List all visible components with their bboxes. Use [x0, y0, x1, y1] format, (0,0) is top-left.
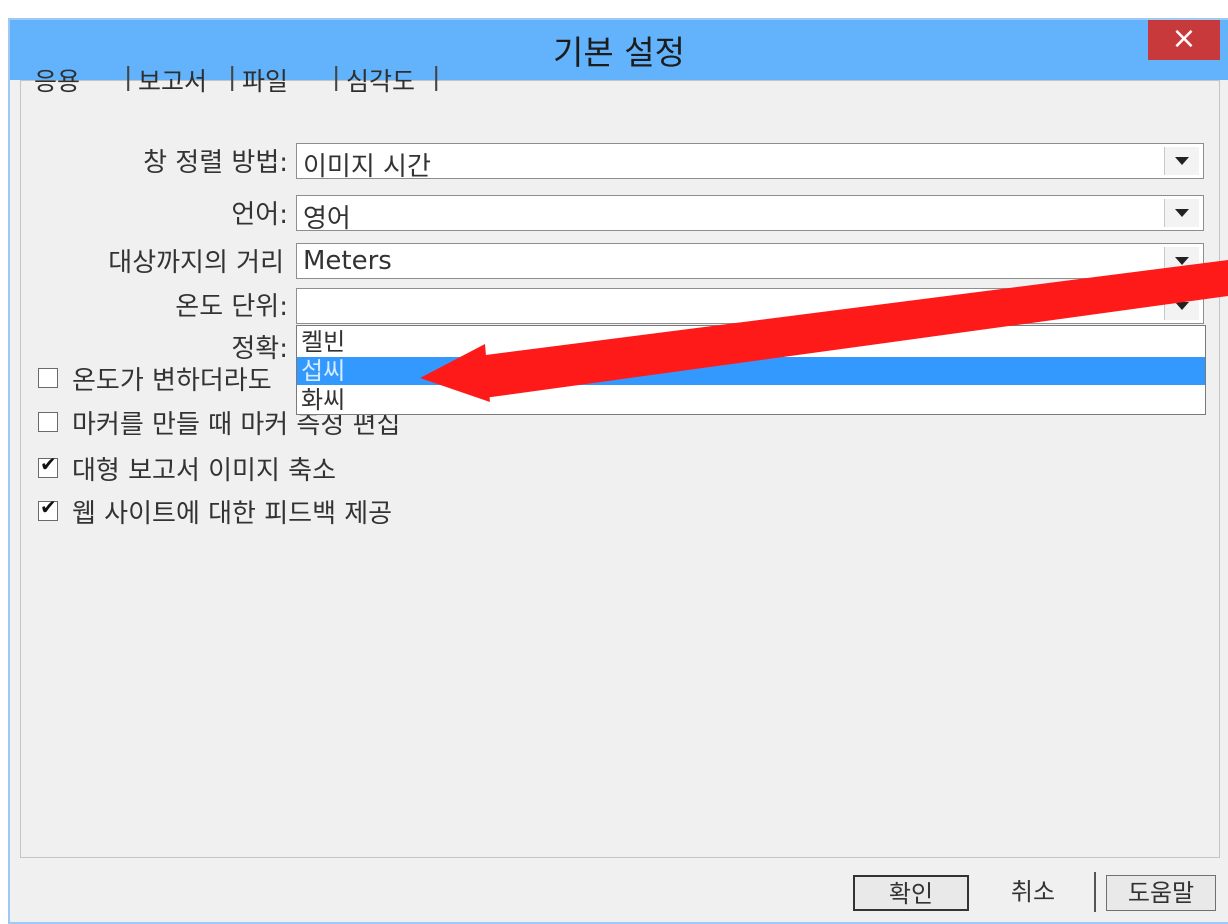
ok-button[interactable]: 확인: [853, 875, 969, 911]
help-button[interactable]: 도움말: [1106, 875, 1216, 911]
annotation-arrow-icon: [420, 260, 1228, 402]
cancel-button[interactable]: 취소: [986, 875, 1080, 911]
button-divider: [1094, 872, 1096, 912]
